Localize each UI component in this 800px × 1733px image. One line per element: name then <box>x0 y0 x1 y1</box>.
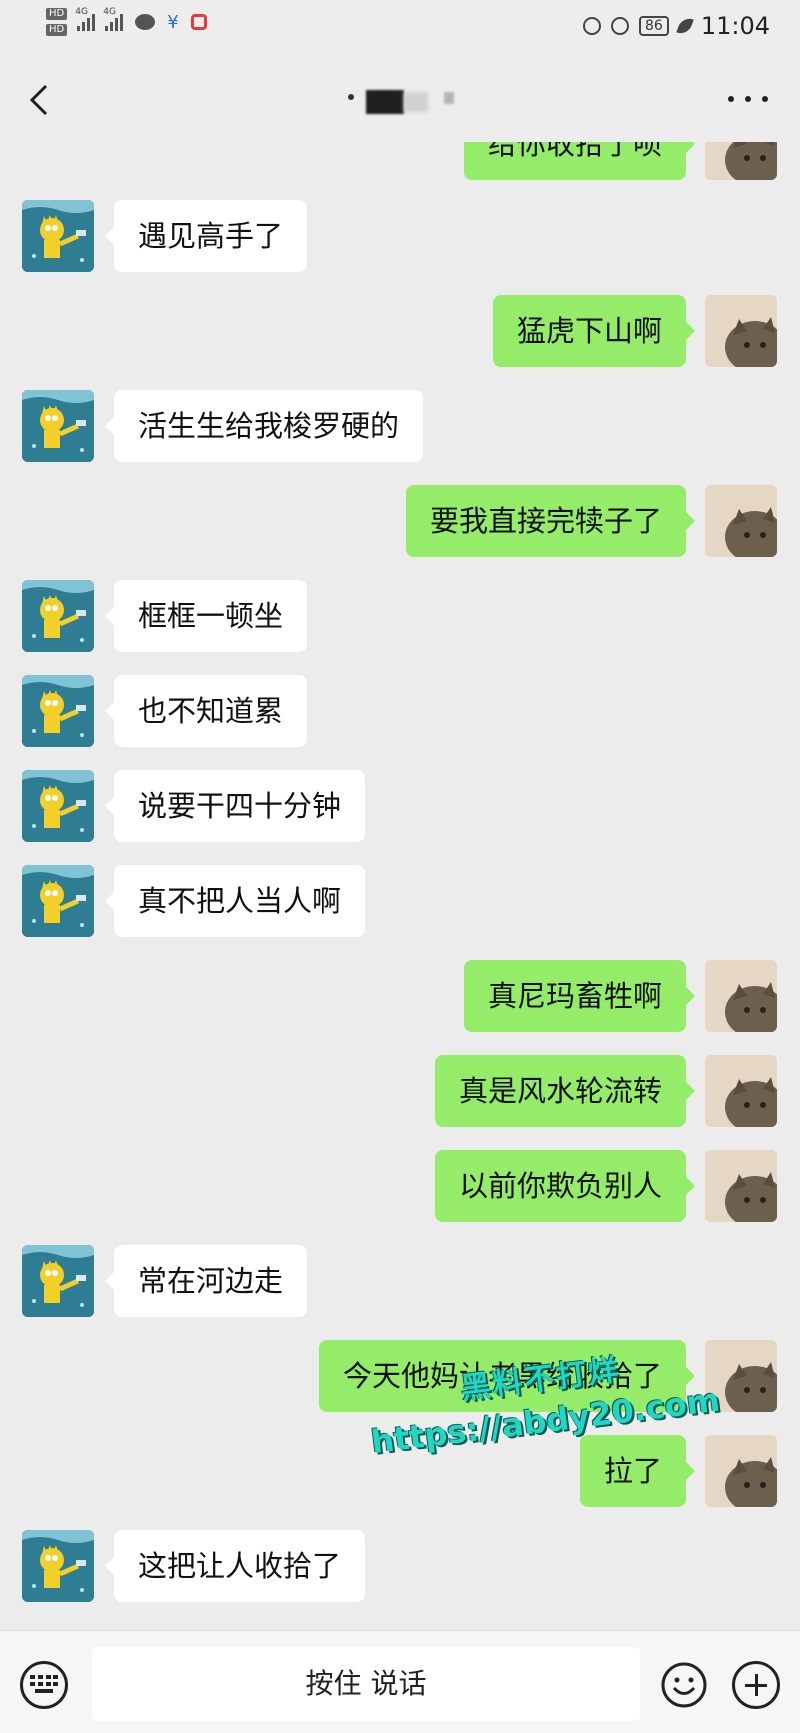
keyboard-toggle-button[interactable] <box>20 1661 68 1709</box>
message-row: 活生生给我梭罗硬的 <box>0 390 800 464</box>
message-bubble-sent[interactable]: 今天他妈让老黑给收拾了 <box>318 1340 696 1412</box>
my-avatar[interactable] <box>705 485 777 557</box>
status-bar: HD HD 4G 4G ¥ 86 11:04 <box>0 0 800 56</box>
contact-avatar[interactable] <box>22 1245 94 1317</box>
network-type: 4G <box>103 7 116 17</box>
message-row: 常在河边走 <box>0 1245 800 1319</box>
my-avatar[interactable] <box>705 1435 777 1507</box>
cat-avatar-icon <box>705 1055 777 1127</box>
chat-header <box>0 56 800 142</box>
my-avatar[interactable] <box>705 1055 777 1127</box>
swimming-cartoon-avatar-icon <box>22 770 94 842</box>
status-right: 86 11:04 <box>583 12 770 40</box>
hd-badge: HD <box>46 8 68 20</box>
contact-avatar[interactable] <box>22 1530 94 1602</box>
message-bubble-received[interactable]: 也不知道累 <box>104 675 308 747</box>
chevron-left-icon <box>29 84 48 116</box>
message-row: 真不把人当人啊 <box>0 865 800 939</box>
message-row: 框框一顿坐 <box>0 580 800 654</box>
power-saving-icon <box>676 15 694 37</box>
more-actions-button[interactable] <box>732 1661 780 1709</box>
my-avatar[interactable] <box>705 1150 777 1222</box>
message-row: 说要干四十分钟 <box>0 770 800 844</box>
message-row: 以前你欺负别人 <box>0 1150 800 1224</box>
cat-avatar-icon <box>705 485 777 557</box>
contact-avatar[interactable] <box>22 200 94 272</box>
hd-indicators: HD HD <box>46 8 68 36</box>
swimming-cartoon-avatar-icon <box>22 865 94 937</box>
cat-avatar-icon <box>705 142 777 180</box>
message-bubble-sent[interactable]: 给你收拾了呗 <box>463 142 696 180</box>
signal-icon: 4G <box>75 7 96 31</box>
message-bubble-received[interactable]: 框框一顿坐 <box>104 580 308 652</box>
mute-icon <box>611 17 629 35</box>
message-row: 也不知道累 <box>0 675 800 749</box>
message-row: 真是风水轮流转 <box>0 1055 800 1129</box>
swimming-cartoon-avatar-icon <box>22 675 94 747</box>
contact-avatar[interactable] <box>22 390 94 462</box>
message-bubble-sent[interactable]: 真尼玛畜牲啊 <box>463 960 696 1032</box>
message-row: 真尼玛畜牲啊 <box>0 960 800 1034</box>
message-bubble-received[interactable]: 真不把人当人啊 <box>104 865 366 937</box>
message-bubble-received[interactable]: 常在河边走 <box>104 1245 308 1317</box>
message-bubble-received[interactable]: 活生生给我梭罗硬的 <box>104 390 424 462</box>
message-bubble-sent[interactable]: 以前你欺负别人 <box>434 1150 696 1222</box>
my-avatar[interactable] <box>705 1340 777 1412</box>
network-type: 4G <box>75 7 88 17</box>
contact-avatar[interactable] <box>22 580 94 652</box>
cat-avatar-icon <box>705 295 777 367</box>
swimming-cartoon-avatar-icon <box>22 580 94 652</box>
message-row: 要我直接完犊子了 <box>0 485 800 559</box>
my-avatar[interactable] <box>705 960 777 1032</box>
signal-icon: 4G <box>103 7 124 31</box>
message-bubble-received[interactable]: 遇见高手了 <box>104 200 308 272</box>
message-row: 这把让人收拾了 <box>0 1530 800 1604</box>
message-bubble-sent[interactable]: 真是风水轮流转 <box>434 1055 696 1127</box>
cat-avatar-icon <box>705 1340 777 1412</box>
swimming-cartoon-avatar-icon <box>22 200 94 272</box>
app-notification-icon <box>190 14 207 30</box>
clock: 11:04 <box>700 12 770 40</box>
message-bubble-sent[interactable]: 要我直接完犊子了 <box>405 485 696 557</box>
more-options-button[interactable] <box>728 92 768 106</box>
chat-title-redacted <box>340 90 470 118</box>
cat-avatar-icon <box>705 1435 777 1507</box>
message-list[interactable]: 给你收拾了呗 遇见高手了猛虎下山啊 活生生给我梭罗硬的要我直接完犊子了框框一顿坐也… <box>0 142 800 1630</box>
emoji-button[interactable] <box>660 1661 708 1709</box>
swimming-cartoon-avatar-icon <box>22 390 94 462</box>
message-notification-icon <box>135 14 156 30</box>
message-row: 遇见高手了 <box>0 200 800 274</box>
cat-avatar-icon <box>705 1150 777 1222</box>
smiley-icon <box>661 1662 707 1708</box>
swimming-cartoon-avatar-icon <box>22 1245 94 1317</box>
keyboard-icon <box>30 1675 58 1693</box>
contact-avatar[interactable] <box>22 865 94 937</box>
message-row: 猛虎下山啊 <box>0 295 800 369</box>
message-bubble-received[interactable]: 这把让人收拾了 <box>104 1530 366 1602</box>
message-bubble-received[interactable]: 说要干四十分钟 <box>104 770 366 842</box>
message-row: 拉了 <box>0 1435 800 1509</box>
cat-avatar-icon <box>705 960 777 1032</box>
payment-notification-icon: ¥ <box>167 11 179 33</box>
message-row: 今天他妈让老黑给收拾了 <box>0 1340 800 1414</box>
message-bubble-sent[interactable]: 猛虎下山啊 <box>492 295 696 367</box>
swimming-cartoon-avatar-icon <box>22 1530 94 1602</box>
hd-badge: HD <box>46 24 68 36</box>
battery-level: 86 <box>639 16 669 36</box>
message-bubble-sent[interactable]: 拉了 <box>579 1435 696 1507</box>
hold-to-talk-button[interactable]: 按住 说话 <box>92 1647 640 1721</box>
my-avatar[interactable] <box>705 142 777 180</box>
contact-avatar[interactable] <box>22 675 94 747</box>
message-row-partial: 给你收拾了呗 <box>0 142 800 182</box>
input-bar: 按住 说话 <box>0 1630 800 1733</box>
my-avatar[interactable] <box>705 295 777 367</box>
alarm-icon <box>583 17 601 35</box>
status-left: HD HD 4G 4G ¥ <box>46 7 207 36</box>
back-button[interactable] <box>22 80 58 120</box>
contact-avatar[interactable] <box>22 770 94 842</box>
